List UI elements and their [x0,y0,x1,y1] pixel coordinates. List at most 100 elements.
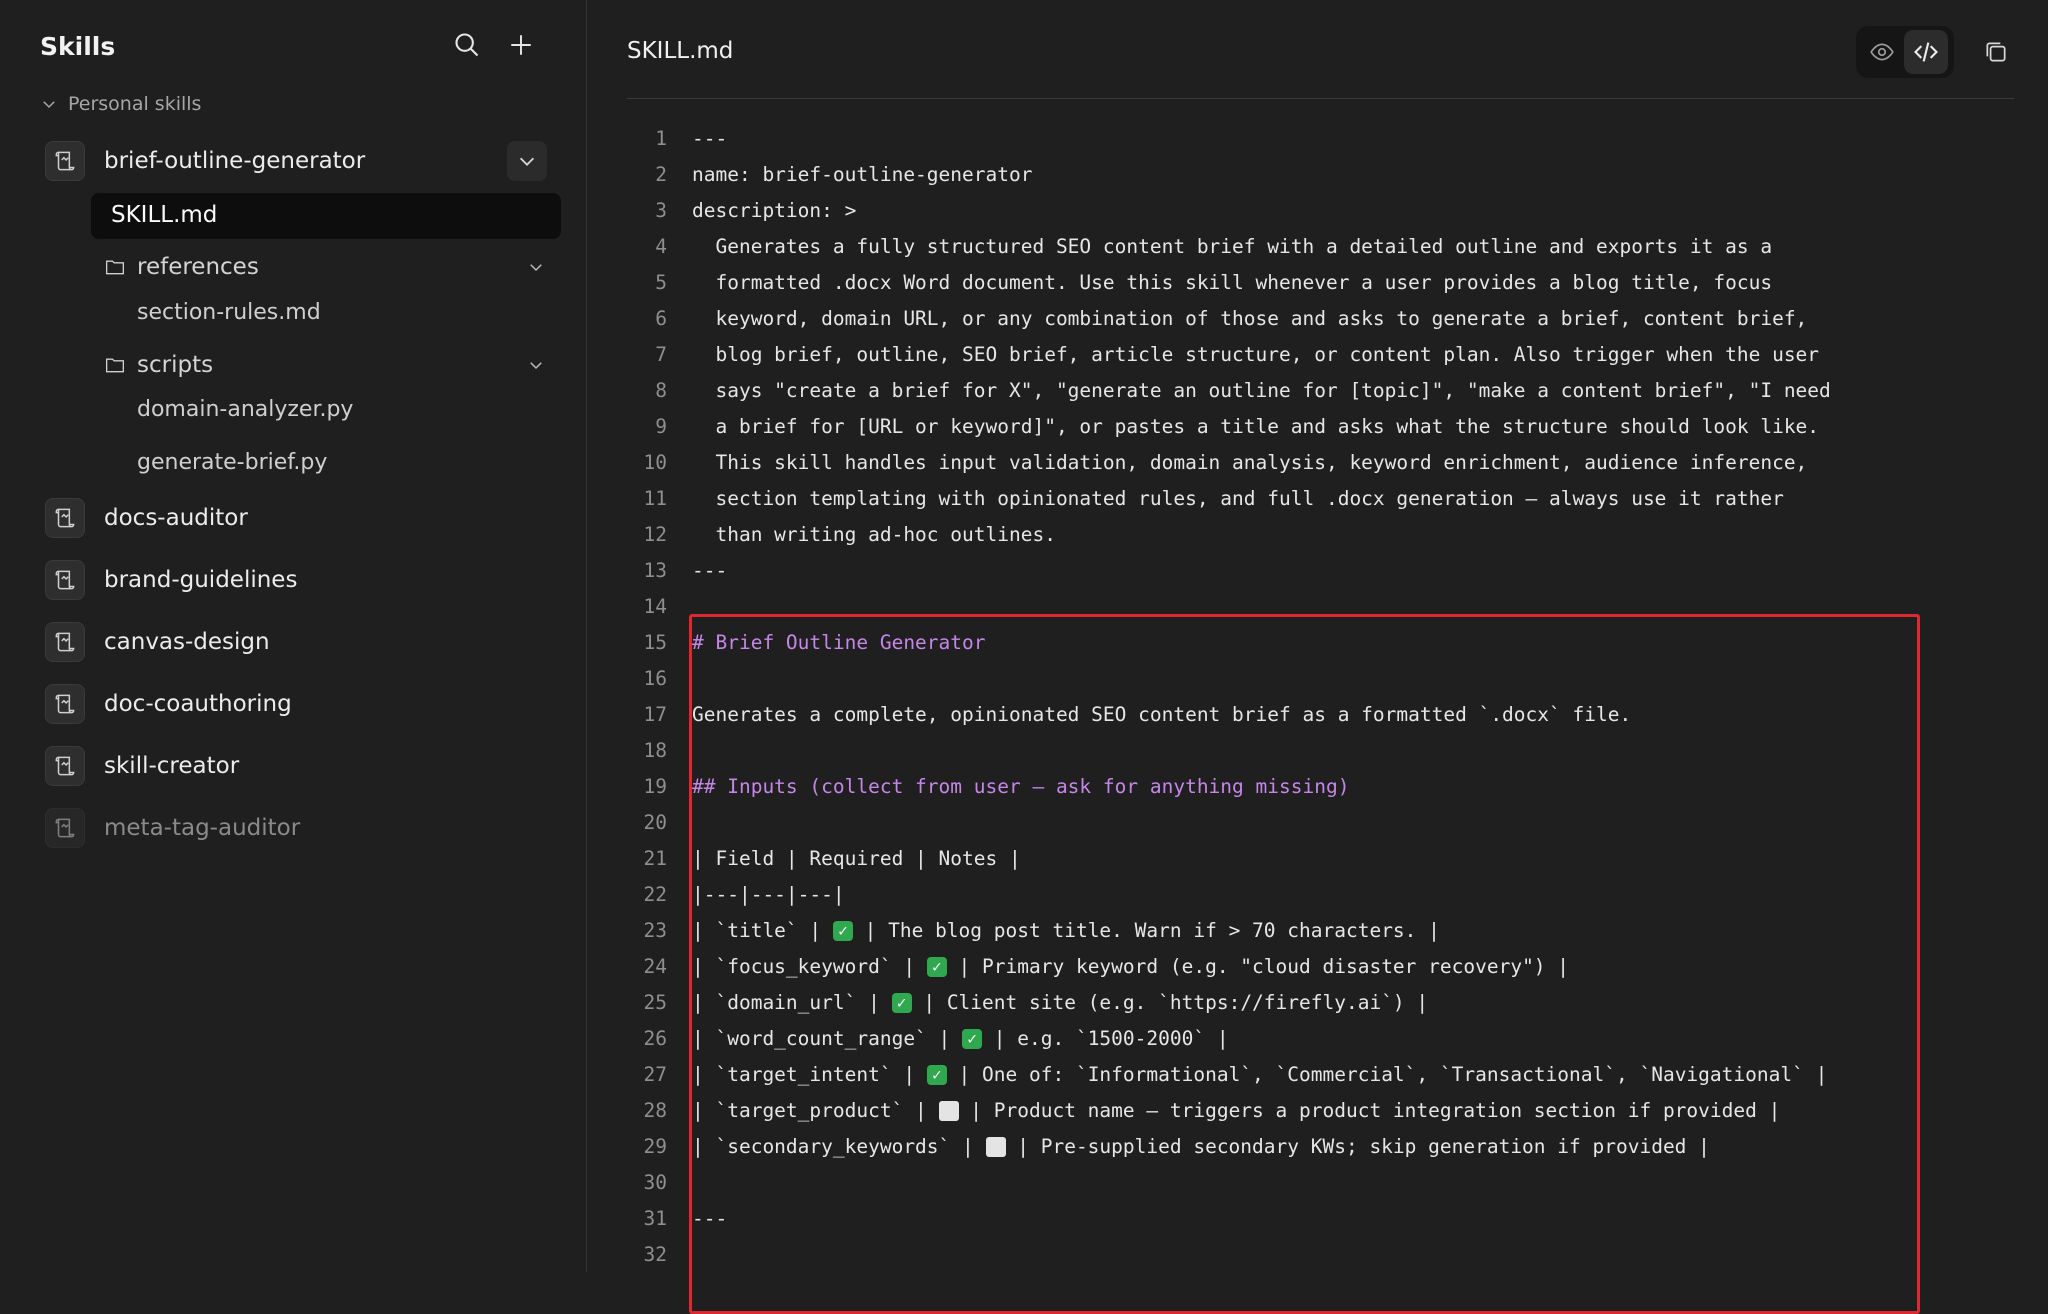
code-editor[interactable]: 1 --- 2 name: brief-outline-generator 3 des… [627,120,2047,1272]
line-number: 13 [643,558,667,582]
add-skill-button[interactable] [504,28,538,62]
line-number: 27 [643,1062,667,1086]
skill-item-brand-guidelines[interactable]: brand-guidelines [0,549,587,611]
line-number: 22 [643,882,667,906]
line-text: |---|---|---| [692,882,845,906]
code-line: 9 a brief for [URL or keyword]", or past… [627,408,2047,444]
line-number: 8 [655,378,667,402]
line-number: 6 [655,306,667,330]
line-text-b: | Product name — triggers a product inte… [958,1098,1781,1122]
code-line: 29 | `secondary_keywords` | | Pre-supplie… [627,1128,2047,1164]
empty-box-icon [938,1101,959,1121]
folder-icon [105,356,125,374]
folder-scripts[interactable]: scripts [105,347,555,383]
line-text-a: | `target_intent` | [692,1062,927,1086]
code-line: 28 | `target_product` | | Product name — … [627,1092,2047,1128]
code-line: 26 | `word_count_range` | ✓ | e.g. `1500-… [627,1020,2047,1056]
skill-scroll-icon [45,622,85,662]
app-window: Skills Personal skills brief-outline-gen… [0,0,2048,1272]
line-text-heading: # Brief Outline Generator [692,630,986,654]
skill-scroll-icon [45,141,85,181]
plus-icon [511,35,531,55]
line-number: 18 [643,738,667,762]
code-line: 32 [627,1236,2047,1272]
skill-label: doc-coauthoring [104,691,292,717]
skill-collapse-button[interactable] [507,141,547,181]
line-text-b: | e.g. `1500-2000` | [982,1026,1229,1050]
code-line: 21 | Field | Required | Notes | [627,840,2047,876]
code-line: 19 ## Inputs (collect from user — ask for… [627,768,2047,804]
line-number: 17 [643,702,667,726]
line-text: | `domain_url` | ✓ | Client site (e.g. `… [692,991,1428,1014]
line-text: --- [692,558,728,582]
code-line: 30 [627,1164,2047,1200]
line-number: 15 [643,630,667,654]
line-text-b: | Primary keyword (e.g. "cloud disaster … [946,954,1570,978]
skill-scroll-icon [45,498,85,538]
file-viewer: SKILL.md 1 --- 2 name: brief-outline-gener… [587,0,2048,1272]
file-item-domain-analyzer[interactable]: domain-analyzer.py [137,397,353,422]
checkmark-icon: ✓ [962,1029,983,1049]
line-text: than writing ad-hoc outlines. [692,522,1056,546]
line-text: formatted .docx Word document. Use this … [692,270,1773,294]
skill-label: skill-creator [104,753,240,779]
file-item-section-rules[interactable]: section-rules.md [137,300,321,325]
sidebar-title: Skills [40,31,116,61]
code-line: 5 formatted .docx Word document. Use thi… [627,264,2047,300]
code-line: 17 Generates a complete, opinionated SEO … [627,696,2047,732]
line-text: description: > [692,198,857,222]
skill-scroll-icon [45,746,85,786]
line-text: a brief for [URL or keyword]", or pastes… [692,414,1820,438]
preview-mode-button[interactable] [1860,30,1904,74]
file-label: SKILL.md [111,202,218,228]
line-number: 25 [643,990,667,1014]
code-line: 23 | `title` | ✓ | The blog post title. W… [627,912,2047,948]
code-mode-button[interactable] [1904,30,1948,74]
folder-references[interactable]: references [105,249,555,285]
file-item-skill-md[interactable]: SKILL.md [91,193,561,239]
skill-item-skill-creator[interactable]: skill-creator [0,735,587,797]
skill-item-meta-tag-auditor[interactable]: meta-tag-auditor [0,797,587,859]
code-icon [1914,42,1938,62]
code-line: 15 # Brief Outline Generator [627,624,2047,660]
personal-skills-section[interactable]: Personal skills [0,90,201,118]
empty-box-icon [985,1137,1006,1157]
line-text-heading: ## Inputs (collect from user — ask for a… [692,774,1350,798]
line-text: says "create a brief for X", "generate a… [692,378,1831,402]
skill-item-docs-auditor[interactable]: docs-auditor [0,487,587,549]
line-number: 19 [643,774,667,798]
line-number: 32 [643,1242,667,1266]
line-text-b: | Pre-supplied secondary KWs; skip gener… [1005,1134,1710,1158]
chevron-down-icon [43,101,55,109]
copy-button[interactable] [1978,34,2014,70]
skill-item-canvas-design[interactable]: canvas-design [0,611,587,673]
code-line: 14 [627,588,2047,624]
skill-item-brief-outline-generator[interactable]: brief-outline-generator [0,130,587,192]
line-number: 10 [643,450,667,474]
skills-sidebar: Skills Personal skills brief-outline-gen… [0,0,587,1272]
line-text-a: | `word_count_range` | [692,1026,963,1050]
line-number: 12 [643,522,667,546]
line-number: 9 [655,414,667,438]
checkmark-icon: ✓ [891,993,912,1013]
line-text: | `focus_keyword` | ✓ | Primary keyword … [692,955,1569,978]
search-button[interactable] [450,28,484,62]
folder-icon [105,258,125,276]
file-item-generate-brief[interactable]: generate-brief.py [137,450,327,475]
file-title: SKILL.md [627,38,734,64]
line-number: 5 [655,270,667,294]
line-text: | `title` | ✓ | The blog post title. War… [692,919,1440,942]
skill-label: brief-outline-generator [104,148,366,174]
line-number: 20 [643,810,667,834]
line-text-a: | `focus_keyword` | [692,954,927,978]
line-text-b: | The blog post title. Warn if > 70 char… [852,918,1440,942]
line-text: --- [692,1206,728,1230]
skill-item-doc-coauthoring[interactable]: doc-coauthoring [0,673,587,735]
line-text: | Field | Required | Notes | [692,846,1021,870]
view-mode-toggle [1856,26,1954,78]
code-line: 3 description: > [627,192,2047,228]
line-text-a: | `secondary_keywords` | [692,1134,986,1158]
chevron-down-icon [527,356,545,378]
code-line: 27 | `target_intent` | ✓ | One of: `Infor… [627,1056,2047,1092]
line-text: | `target_product` | | Product name — tr… [692,1099,1780,1122]
